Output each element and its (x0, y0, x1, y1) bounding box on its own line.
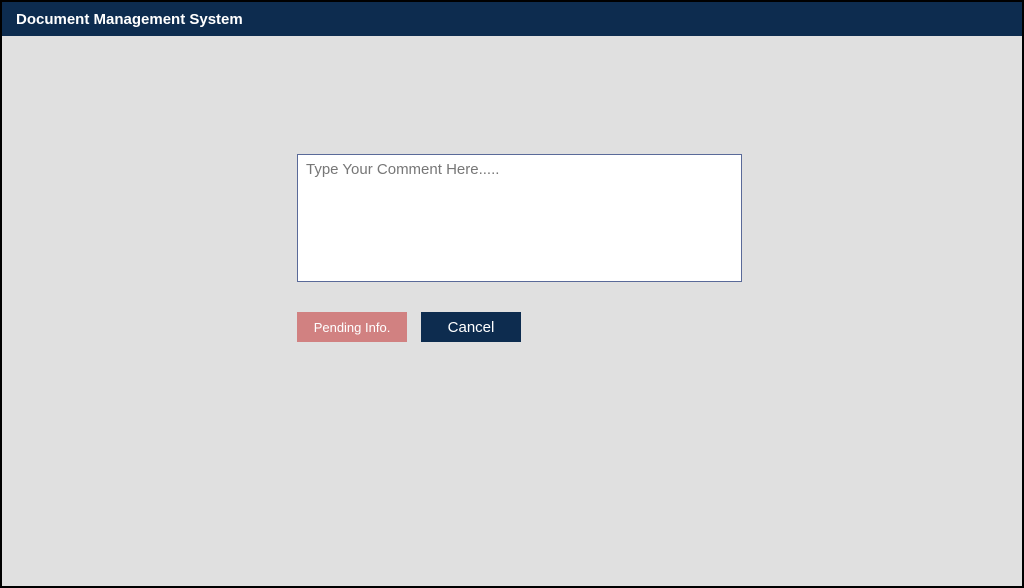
app-header: Document Management System (2, 2, 1022, 36)
button-row: Pending Info. Cancel (297, 312, 521, 342)
comment-input[interactable] (297, 154, 742, 282)
app-frame: Document Management System Pending Info.… (0, 0, 1024, 588)
content-area: Pending Info. Cancel (2, 36, 1022, 586)
app-title: Document Management System (16, 11, 243, 28)
pending-info-button[interactable]: Pending Info. (297, 312, 407, 342)
cancel-button[interactable]: Cancel (421, 312, 521, 342)
